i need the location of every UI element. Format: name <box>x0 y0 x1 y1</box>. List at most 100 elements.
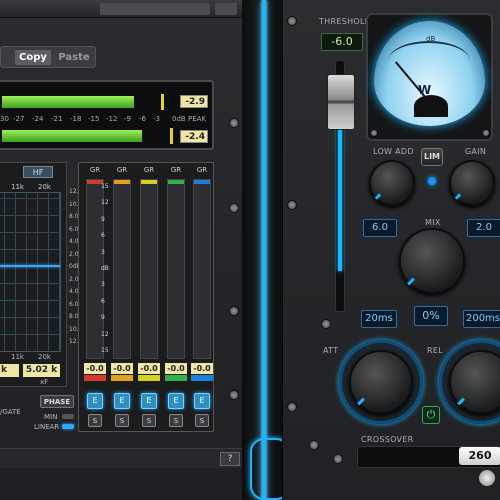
band-solo-button-4[interactable]: S <box>169 414 183 427</box>
gain-value[interactable]: 2.0 <box>467 219 500 237</box>
gr-meter-5 <box>193 179 211 359</box>
rack-screw <box>287 16 297 26</box>
release-value[interactable]: 200ms <box>463 310 500 328</box>
gain-label: GAIN <box>465 147 487 156</box>
gr-tick: 6 <box>101 232 105 240</box>
freq-label-bottom: 11k <box>11 353 24 361</box>
help-button[interactable]: ? <box>220 452 240 466</box>
lim-button[interactable]: LIM <box>421 148 443 166</box>
scale-tick: -12 <box>106 115 118 123</box>
meter-readout-left: -2.9 <box>180 95 208 108</box>
attack-value[interactable]: 20ms <box>361 310 397 328</box>
mix-value[interactable]: 0% <box>414 306 448 326</box>
gr-header: GR <box>116 166 128 174</box>
band-color-4 <box>165 375 187 381</box>
release-label: REL <box>427 346 443 355</box>
gr-tick: 12 <box>101 330 109 338</box>
vu-pivot-cover <box>414 95 448 117</box>
gr-meter-4 <box>167 179 185 359</box>
band-enable-button-4[interactable]: E <box>168 393 184 409</box>
hf-button[interactable]: HF <box>23 166 53 178</box>
peak-marker-left <box>161 94 164 110</box>
gr-meter-3 <box>140 179 158 359</box>
attack-knob[interactable] <box>349 350 413 414</box>
low-add-value[interactable]: 6.0 <box>363 219 397 237</box>
vu-meter-face: dB W <box>374 21 485 126</box>
vu-logo: W <box>418 83 432 97</box>
left-plugin-panel: Copy Paste -2.9 -2.4 30 -27 -24 -21 -18 … <box>0 0 242 500</box>
rack-screw <box>287 402 297 412</box>
eq-freq-field[interactable]: 5.02 k <box>23 364 60 377</box>
band-solo-button-3[interactable]: S <box>142 414 156 427</box>
gr-tick: 9 <box>101 215 105 223</box>
scale-tick: -3 <box>153 115 160 123</box>
attack-label: ATT <box>323 346 339 355</box>
crossover-value[interactable]: 260 <box>459 447 500 465</box>
knob-indicator <box>454 193 462 200</box>
band-solo-button-5[interactable]: S <box>195 414 209 427</box>
power-icon: ⏻ <box>426 408 436 421</box>
crossover-handle[interactable] <box>477 468 497 488</box>
band-enable-button-1[interactable]: E <box>87 393 103 409</box>
linear-label: LINEAR <box>34 423 60 431</box>
band-solo-button-1[interactable]: S <box>88 414 102 427</box>
toolbar-button[interactable] <box>215 3 237 15</box>
peak-marker-right <box>170 128 173 144</box>
gate-label: /GATE <box>0 408 21 416</box>
scale-tick: -6 <box>139 115 146 123</box>
gr-meter-2 <box>113 179 131 359</box>
rack-screw <box>229 306 239 316</box>
scale-tick: -21 <box>51 115 63 123</box>
copy-button[interactable]: Copy <box>15 50 51 65</box>
scale-tick: -9 <box>124 115 131 123</box>
power-button[interactable]: ⏻ <box>422 406 440 424</box>
toolbar-field[interactable] <box>100 3 210 15</box>
knob-indicator <box>374 193 382 200</box>
freq-label-top: 11k <box>11 183 24 191</box>
right-plugin-panel: THRESHOLD -6.0 dB W LOW ADD LIM GAIN 6.0… <box>282 0 500 500</box>
rack-screw <box>229 203 239 213</box>
min-label: MIN <box>44 413 58 421</box>
scale-tick: -15 <box>88 115 100 123</box>
band-solo-button-2[interactable]: S <box>115 414 129 427</box>
band-enable-button-5[interactable]: E <box>194 393 210 409</box>
linear-toggle[interactable] <box>62 424 74 429</box>
xf-label: xF <box>40 378 49 386</box>
band-enable-button-2[interactable]: E <box>114 393 130 409</box>
gain-reduction-panel: GR GR GR GR GR 15 12 9 6 3 dB 3 6 9 12 1… <box>78 162 214 432</box>
gr-readout-5: -0.0 <box>191 363 213 374</box>
rack-screw <box>309 440 319 450</box>
threshold-slider-handle[interactable] <box>327 74 355 130</box>
eq-curve <box>0 265 60 267</box>
min-toggle[interactable] <box>62 414 74 419</box>
scale-tick: 0dB <box>172 115 186 123</box>
eq-field-left[interactable]: k <box>0 364 19 377</box>
gain-knob[interactable] <box>449 160 495 206</box>
copy-paste-group: Copy Paste <box>0 46 96 68</box>
crossover-label: CROSSOVER <box>361 435 414 444</box>
phase-button[interactable]: PHASE <box>40 395 74 408</box>
threshold-value-display[interactable]: -6.0 <box>321 33 363 51</box>
rack-screw <box>229 118 239 128</box>
paste-button[interactable]: Paste <box>55 50 93 65</box>
mix-knob[interactable] <box>399 228 465 294</box>
band-color-2 <box>111 375 133 381</box>
gr-tick: 15 <box>101 347 109 355</box>
low-add-knob[interactable] <box>369 160 415 206</box>
lim-led <box>428 177 436 185</box>
scale-tick: 30 <box>0 115 9 123</box>
gr-tick: 6 <box>101 297 105 305</box>
scale-tick: -24 <box>32 115 44 123</box>
band-enable-button-3[interactable]: E <box>141 393 157 409</box>
gr-readout-4: -0.0 <box>165 363 187 374</box>
meter-bar-left <box>2 96 134 108</box>
bottom-bar <box>0 448 242 468</box>
eq-panel: HF 11k 20k 11k 20k k 5.02 k <box>0 162 67 387</box>
freq-label-top: 20k <box>38 183 51 191</box>
rack-screw <box>321 319 331 329</box>
gr-header: GR <box>196 166 208 174</box>
scale-tick: -18 <box>70 115 82 123</box>
knob-indicator <box>357 397 365 406</box>
eq-graph[interactable] <box>0 192 61 352</box>
threshold-label: THRESHOLD <box>319 17 372 26</box>
